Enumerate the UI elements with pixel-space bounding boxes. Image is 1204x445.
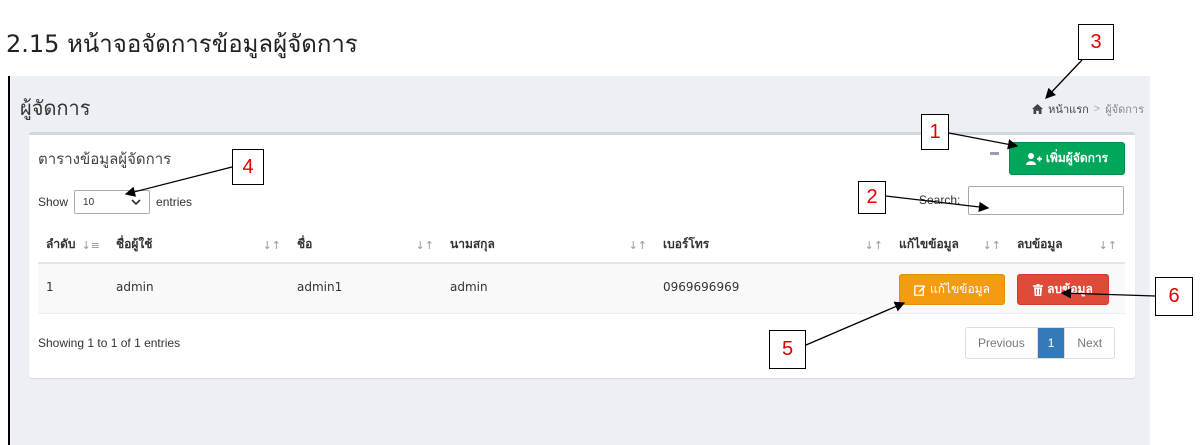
delete-button[interactable]: ลบข้อมูล	[1017, 274, 1109, 305]
minus-icon[interactable]	[990, 152, 999, 155]
entries-select-value: 10	[83, 196, 95, 208]
search-label: Search:	[919, 193, 961, 207]
add-manager-label: เพิ่มผู้จัดการ	[1045, 151, 1109, 165]
show-label: Show	[38, 195, 69, 209]
manager-table: ลำดับ ↓≡ ชื่อผู้ใช้ ↓↑ ชื่อ ↓↑ นามสกุล ↓↑ เบ…	[38, 227, 1125, 314]
page-title: ผู้จัดการ	[20, 96, 91, 120]
home-icon	[1032, 104, 1044, 114]
delete-button-label: ลบข้อมูล	[1047, 282, 1093, 296]
next-button[interactable]: Next	[1065, 328, 1115, 358]
cell-edit: แก้ไขข้อมูล	[891, 263, 1009, 314]
sort-asc-icon: ↓≡	[81, 239, 100, 252]
callout-2: 2	[858, 181, 886, 214]
callout-1: 1	[921, 114, 949, 150]
document-heading: 2.15 หน้าจอจัดการข้อมูลผู้จัดการ	[6, 30, 358, 58]
edit-icon	[914, 284, 926, 296]
edit-button[interactable]: แก้ไขข้อมูล	[899, 274, 1005, 305]
box-title: ตารางข้อมูลผู้จัดการ	[38, 150, 172, 168]
sort-icon: ↓↑	[864, 239, 883, 252]
header-no[interactable]: ลำดับ ↓≡	[38, 227, 108, 264]
sort-icon: ↓↑	[415, 239, 434, 252]
previous-button[interactable]: Previous	[966, 328, 1038, 358]
sort-icon: ↓↑	[262, 239, 281, 252]
table-row: 1 admin admin1 admin 0969696969 แก้ไขข้อ…	[38, 263, 1125, 314]
table-info: Showing 1 to 1 of 1 entries	[38, 336, 181, 350]
callout-4: 4	[232, 149, 264, 185]
header-phone[interactable]: เบอร์โทร ↓↑	[655, 227, 891, 264]
sort-icon: ↓↑	[1098, 239, 1117, 252]
header-edit[interactable]: แก้ไขข้อมูล ↓↑	[891, 227, 1009, 264]
header-firstname[interactable]: ชื่อ ↓↑	[289, 227, 442, 264]
cell-username: admin	[108, 263, 289, 314]
callout-5: 5	[769, 330, 806, 369]
table-header-row: ลำดับ ↓≡ ชื่อผู้ใช้ ↓↑ ชื่อ ↓↑ นามสกุล ↓↑ เบ…	[38, 227, 1125, 264]
chevron-down-icon	[131, 199, 141, 205]
callout-6: 6	[1155, 277, 1193, 316]
search-input[interactable]	[968, 186, 1124, 215]
length-control: Show 10 entries	[38, 190, 192, 214]
cell-firstname: admin1	[289, 263, 442, 314]
add-manager-button[interactable]: เพิ่มผู้จัดการ	[1009, 142, 1125, 175]
cell-no: 1	[38, 263, 108, 314]
header-username[interactable]: ชื่อผู้ใช้ ↓↑	[108, 227, 289, 264]
breadcrumb-separator: >	[1093, 103, 1101, 115]
breadcrumb: หน้าแรก > ผู้จัดการ	[1032, 100, 1144, 118]
cell-phone: 0969696969	[655, 263, 891, 314]
sort-icon: ↓↑	[628, 239, 647, 252]
user-plus-icon	[1025, 152, 1042, 165]
cell-delete: ลบข้อมูล	[1009, 263, 1125, 314]
entries-label: entries	[156, 195, 193, 209]
breadcrumb-home-link[interactable]: หน้าแรก	[1048, 100, 1089, 118]
callout-3: 3	[1078, 24, 1114, 60]
page-1-button[interactable]: 1	[1037, 328, 1066, 358]
entries-select[interactable]: 10	[74, 190, 151, 214]
cell-lastname: admin	[442, 263, 655, 314]
header-lastname[interactable]: นามสกุล ↓↑	[442, 227, 655, 264]
pagination: Previous 1 Next	[965, 327, 1116, 359]
breadcrumb-current: ผู้จัดการ	[1105, 104, 1144, 116]
header-delete[interactable]: ลบข้อมูล ↓↑	[1009, 227, 1125, 264]
sort-icon: ↓↑	[982, 239, 1001, 252]
trash-icon	[1033, 283, 1044, 296]
edit-button-label: แก้ไขข้อมูล	[930, 282, 990, 296]
